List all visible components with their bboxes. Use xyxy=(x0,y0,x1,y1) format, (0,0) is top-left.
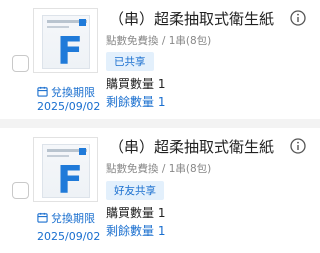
purchase-quantity: 購買數量 1 xyxy=(106,206,166,220)
tissue-box-icon: F xyxy=(42,144,90,199)
share-status-badge: 已共享 xyxy=(106,52,154,71)
product-title[interactable]: （串）超柔抽取式衛生紙 xyxy=(109,8,274,29)
remaining-quantity: 剩餘數量 1 xyxy=(106,95,166,109)
calendar-icon xyxy=(37,212,48,223)
redeem-subtitle: 點數免費換 / 1串(8包) xyxy=(106,163,212,175)
select-checkbox[interactable] xyxy=(12,55,29,72)
share-status-badge: 好友共享 xyxy=(106,181,164,200)
product-image[interactable]: F xyxy=(33,137,98,202)
product-title[interactable]: （串）超柔抽取式衛生紙 xyxy=(109,136,274,157)
expire-label: 兌換期限 xyxy=(37,210,117,226)
expire-label-text: 兌換期限 xyxy=(51,86,95,99)
expire-date: 2025/09/02 xyxy=(37,230,101,243)
remaining-quantity: 剩餘數量 1 xyxy=(106,224,166,238)
expire-label-text: 兌換期限 xyxy=(51,212,95,225)
select-checkbox[interactable] xyxy=(12,182,29,199)
info-icon[interactable] xyxy=(290,138,306,154)
voucher-card[interactable]: F 兌換期限 2025/09/02 （串）超柔抽取式衛生紙 點數免費換 / 1串… xyxy=(0,128,320,253)
voucher-card[interactable]: F 兌換期限 2025/09/02 （串）超柔抽取式衛生紙 點數免費換 / 1串… xyxy=(0,0,320,119)
expire-label: 兌換期限 xyxy=(37,84,117,100)
calendar-icon xyxy=(37,86,48,97)
expire-date: 2025/09/02 xyxy=(37,100,101,113)
purchase-quantity: 購買數量 1 xyxy=(106,77,166,91)
tissue-box-icon: F xyxy=(42,15,90,70)
product-image[interactable]: F xyxy=(33,8,98,73)
redeem-subtitle: 點數免費換 / 1串(8包) xyxy=(106,35,212,47)
info-icon[interactable] xyxy=(290,10,306,26)
